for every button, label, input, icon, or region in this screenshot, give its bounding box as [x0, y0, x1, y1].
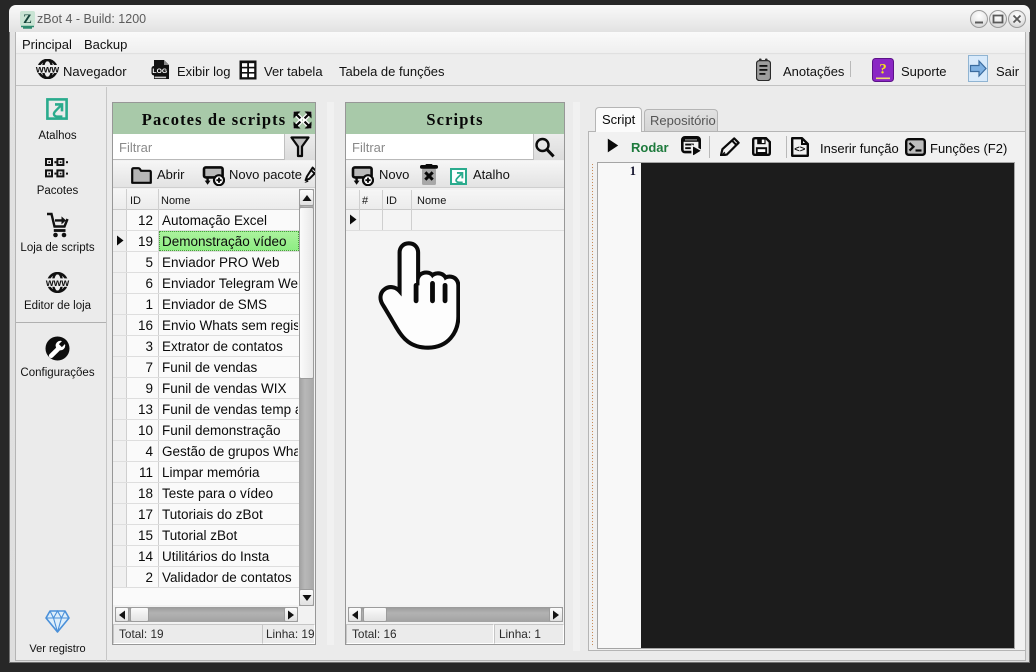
svg-text:LOG: LOG — [152, 68, 167, 75]
svg-text:www: www — [45, 278, 69, 289]
svg-text:www: www — [35, 64, 59, 75]
svg-text:?: ? — [879, 62, 887, 78]
svg-text:<>: <> — [794, 144, 806, 155]
svg-text:Z: Z — [23, 11, 32, 26]
